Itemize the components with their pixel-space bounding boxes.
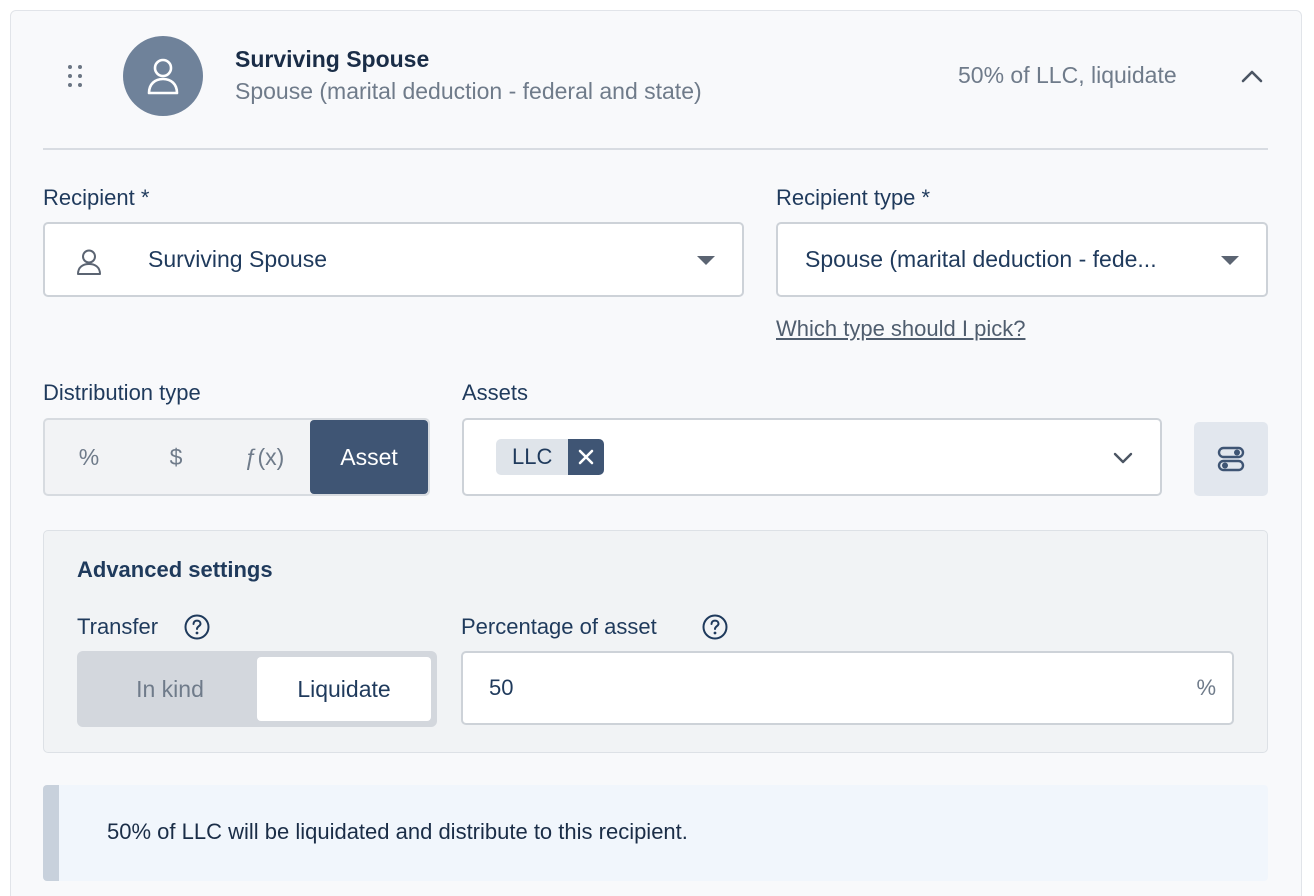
caret-down-icon bbox=[1221, 256, 1239, 265]
distribution-option-dollar[interactable]: $ bbox=[133, 420, 219, 494]
header-summary: 50% of LLC, liquidate bbox=[958, 62, 1177, 88]
recipient-type-help-link[interactable]: Which type should I pick? bbox=[776, 316, 1025, 342]
transfer-option-liquidate[interactable]: Liquidate bbox=[257, 657, 431, 721]
header-subtitle: Spouse (marital deduction - federal and … bbox=[235, 78, 702, 104]
toggle-settings-icon bbox=[1217, 446, 1245, 472]
user-icon bbox=[77, 249, 101, 275]
user-icon bbox=[147, 58, 179, 95]
close-icon bbox=[579, 449, 594, 465]
remove-chip-button[interactable] bbox=[568, 439, 605, 475]
distribution-option-percent[interactable]: % bbox=[45, 420, 133, 494]
distribution-option-formula[interactable]: ƒ(x) bbox=[219, 420, 310, 494]
transfer-label: Transfer bbox=[77, 614, 159, 639]
header-title: Surviving Spouse bbox=[235, 46, 430, 72]
transfer-option-in-kind[interactable]: In kind bbox=[83, 657, 257, 721]
distribution-type-label: Distribution type bbox=[43, 380, 201, 405]
drag-handle-icon[interactable] bbox=[66, 63, 86, 91]
avatar bbox=[123, 36, 203, 116]
caret-down-icon bbox=[697, 256, 715, 265]
help-circle-icon[interactable] bbox=[702, 614, 728, 640]
percentage-suffix: % bbox=[1196, 675, 1216, 700]
advanced-settings-title: Advanced settings bbox=[77, 557, 273, 582]
recipient-type-select[interactable]: Spouse (marital deduction - fede... bbox=[776, 222, 1268, 297]
help-circle-icon[interactable] bbox=[184, 614, 210, 640]
chevron-down-icon bbox=[1113, 452, 1133, 464]
transfer-toggle: In kind Liquidate bbox=[77, 651, 437, 727]
assets-label: Assets bbox=[462, 380, 529, 405]
header-divider bbox=[43, 148, 1268, 150]
asset-chip: LLC bbox=[496, 439, 605, 475]
asset-chip-label: LLC bbox=[496, 439, 569, 475]
recipient-value: Surviving Spouse bbox=[148, 246, 327, 272]
asset-settings-button[interactable] bbox=[1194, 422, 1268, 496]
percentage-label: Percentage of asset bbox=[461, 614, 657, 639]
recipient-type-label: Recipient type * bbox=[776, 185, 931, 210]
distribution-option-asset[interactable]: Asset bbox=[310, 420, 428, 494]
recipient-type-value: Spouse (marital deduction - fede... bbox=[805, 246, 1157, 272]
recipient-label: Recipient * bbox=[43, 185, 150, 210]
percentage-field: % bbox=[461, 651, 1234, 725]
collapse-button[interactable] bbox=[1238, 64, 1266, 88]
recipient-select[interactable]: Surviving Spouse bbox=[43, 222, 744, 297]
info-message: 50% of LLC will be liquidated and distri… bbox=[107, 819, 688, 844]
distribution-type-segmented: % $ ƒ(x) Asset bbox=[43, 418, 430, 496]
chevron-up-icon bbox=[1241, 70, 1263, 83]
percentage-input[interactable] bbox=[489, 653, 1149, 723]
